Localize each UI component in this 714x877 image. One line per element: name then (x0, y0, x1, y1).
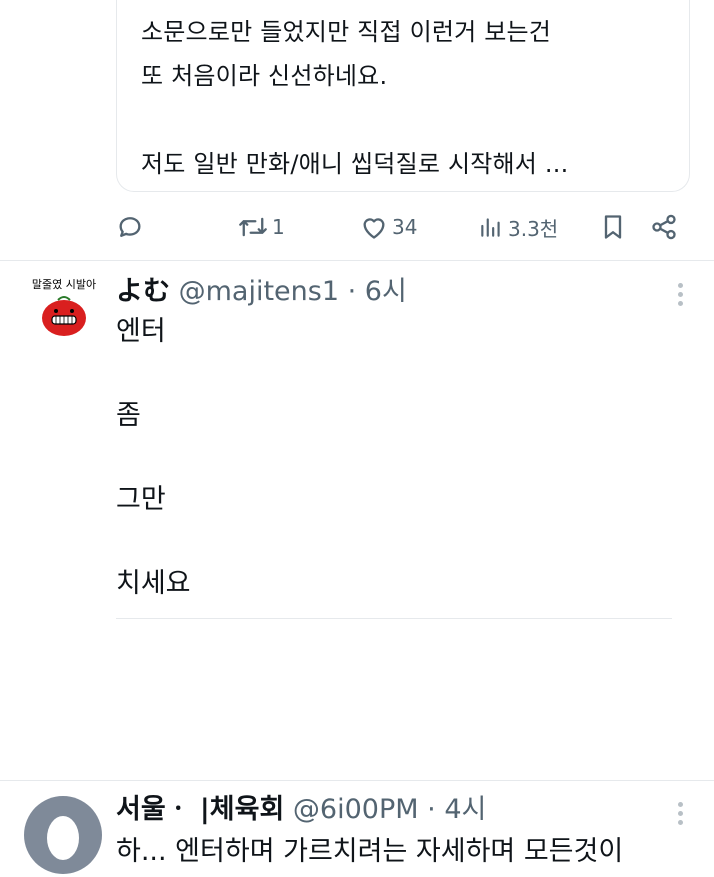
display-name[interactable]: 서울ㆍ |체육회 (116, 794, 284, 825)
view-count: 3.3천 (508, 216, 559, 241)
bookmark-icon (604, 215, 622, 239)
tweet-text-line: 엔터 (116, 316, 166, 347)
bookmark-button[interactable] (600, 206, 626, 248)
avatar-caption: 말줄였 시발아 (32, 278, 96, 291)
share-icon (652, 214, 676, 240)
tweet-time[interactable]: 4시 (444, 794, 486, 825)
quoted-tweet-text: 소문으로만 들었지만 직접 이런거 보는건 또 처음이라 신선하네요. 저도 일… (141, 18, 569, 178)
retweet-count: 1 (272, 215, 285, 239)
avatar[interactable] (24, 796, 102, 874)
meta-separator: · (347, 276, 357, 307)
heart-icon (363, 218, 385, 239)
views-button[interactable]: 3.3천 (478, 206, 558, 248)
like-button[interactable]: 34 (360, 206, 417, 248)
quoted-tweet-card[interactable]: 소문으로만 들었지만 직접 이런거 보는건 또 처음이라 신선하네요. 저도 일… (116, 0, 690, 192)
more-options-icon[interactable] (678, 802, 684, 829)
avatar[interactable]: 말줄였 시발아 (26, 274, 102, 358)
tweet-time[interactable]: 6시 (365, 276, 407, 307)
tweet-text-line: 치세요 (116, 568, 191, 599)
like-count: 34 (392, 215, 418, 239)
reply-button[interactable] (116, 206, 144, 248)
more-options-icon[interactable] (678, 283, 684, 310)
tweet-text-line: 그만 (116, 484, 166, 515)
user-handle[interactable]: @6i00PM (293, 794, 419, 825)
tweet-text-line: 하... 엔터하며 가르치려는 자세하며 모든것이 (116, 836, 624, 867)
display-name[interactable]: よむ (116, 276, 170, 307)
meta-separator: · (427, 794, 436, 825)
tweet-header: 서울ㆍ |체육회 @6i00PM · 4시 (116, 792, 486, 828)
user-handle[interactable]: @majitens1 (179, 276, 339, 307)
egg-avatar-icon (47, 816, 79, 860)
analytics-icon (481, 218, 500, 237)
tweet-divider (0, 780, 714, 781)
share-button[interactable] (650, 206, 678, 248)
retweet-icon (239, 217, 267, 237)
avatar-drawing: 말줄였 시발아 (32, 278, 96, 336)
tweet-action-bar: 1 34 3.3천 (116, 206, 690, 248)
tweet-header: よむ @majitens1 · 6시 (116, 274, 407, 310)
tweet-divider (0, 260, 714, 261)
retweet-button[interactable]: 1 (238, 206, 285, 248)
reply-icon (119, 217, 141, 237)
thread-separator (116, 618, 672, 619)
tweet-text-line: 좀 (116, 400, 141, 431)
